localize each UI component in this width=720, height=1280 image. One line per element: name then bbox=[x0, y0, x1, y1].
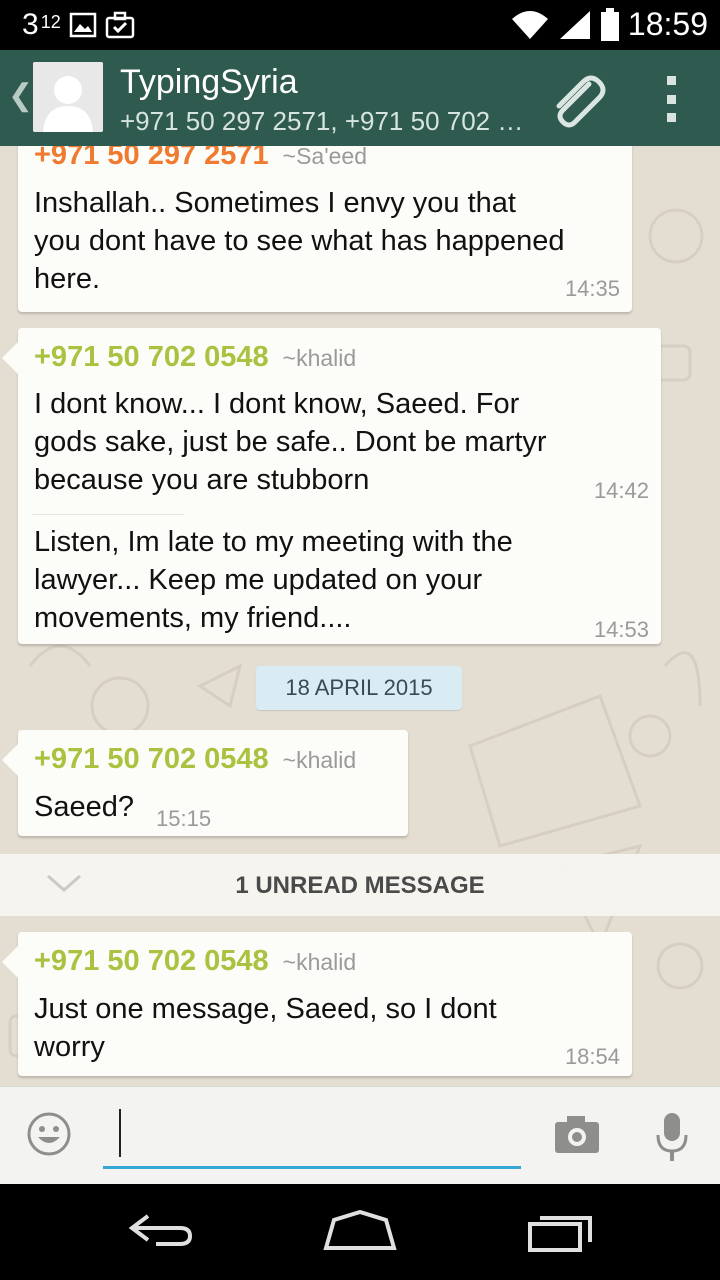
battery-icon bbox=[600, 7, 619, 41]
wifi-icon bbox=[511, 10, 548, 39]
message-text: Inshallah.. Sometimes I envy you that yo… bbox=[34, 184, 564, 298]
unread-banner: 1 UNREAD MESSAGE bbox=[0, 854, 720, 916]
message-text: I dont know... I dont know, Saeed. For g… bbox=[34, 385, 547, 499]
sender-number: +971 50 702 0548 bbox=[34, 743, 269, 775]
message-text: Saeed? bbox=[34, 788, 134, 826]
message-line: because you are stubborn bbox=[34, 464, 370, 496]
chat-area[interactable]: +971 50 297 2571 ~Sa'eed Inshallah.. Some… bbox=[0, 146, 720, 1086]
message-line: Listen, Im late to my meeting with the bbox=[34, 526, 513, 558]
emoji-icon[interactable] bbox=[26, 1111, 72, 1157]
message-sender: +971 50 297 2571 ~Sa'eed bbox=[34, 146, 367, 172]
avatar[interactable] bbox=[33, 62, 103, 132]
camera-icon[interactable] bbox=[553, 1113, 601, 1155]
overflow-menu-icon[interactable] bbox=[664, 76, 678, 122]
sender-alias: ~khalid bbox=[282, 747, 357, 773]
back-chevron-icon[interactable]: ❮ bbox=[8, 78, 33, 113]
paperclip-icon[interactable] bbox=[545, 70, 607, 130]
message-line: Inshallah.. Sometimes I envy you that bbox=[34, 187, 516, 219]
recents-icon[interactable] bbox=[526, 1210, 596, 1252]
chat-title[interactable]: TypingSyria bbox=[120, 63, 298, 102]
message-sender: +971 50 702 0548 ~khalid bbox=[34, 341, 356, 374]
status-bar: 3 12 18:59 bbox=[0, 0, 720, 50]
sender-number: +971 50 702 0548 bbox=[34, 341, 269, 373]
message-time: 14:42 bbox=[593, 478, 649, 503]
text-caret bbox=[119, 1109, 121, 1157]
message-time: 15:15 bbox=[156, 806, 212, 831]
clock: 18:59 bbox=[627, 6, 708, 42]
notification-count: 3 bbox=[22, 8, 39, 41]
message-input[interactable] bbox=[103, 1107, 521, 1169]
message-line: you dont have to see what has happened bbox=[34, 225, 565, 257]
chat-participants[interactable]: +971 50 297 2571, +971 50 702 0548 bbox=[120, 106, 525, 137]
message-bubble[interactable]: +971 50 702 0548 ~khalid Just one message… bbox=[2, 932, 632, 1076]
date-separator: 18 APRIL 2015 bbox=[256, 666, 462, 710]
back-icon[interactable] bbox=[126, 1210, 194, 1250]
message-bubble[interactable]: +971 50 702 0548 ~khalid I dont know... I… bbox=[2, 328, 661, 644]
message-line: movements, my friend.... bbox=[34, 602, 352, 634]
system-indicators: 18:59 bbox=[510, 6, 708, 43]
message-line: lawyer... Keep me updated on your bbox=[34, 564, 483, 596]
message-bubble[interactable]: +971 50 297 2571 ~Sa'eed Inshallah.. Some… bbox=[18, 146, 632, 312]
message-line: Just one message, Saeed, so I dont bbox=[34, 993, 497, 1025]
notification-extra: 12 bbox=[40, 11, 61, 32]
followup-message-text: Listen, Im late to my meeting with the l… bbox=[34, 523, 513, 637]
unread-count-text: 1 UNREAD MESSAGE bbox=[235, 872, 485, 899]
signal-icon bbox=[559, 10, 590, 39]
followup-message-time: 14:53 bbox=[593, 617, 649, 642]
gallery-icon bbox=[69, 12, 96, 38]
home-icon[interactable] bbox=[322, 1210, 398, 1252]
message-bubble[interactable]: +971 50 702 0548 ~khalid Saeed? 15:15 bbox=[2, 730, 408, 836]
message-sender: +971 50 702 0548 ~khalid bbox=[34, 945, 356, 978]
chat-header: ❮ TypingSyria +971 50 297 2571, +971 50 … bbox=[0, 50, 720, 146]
message-text: Just one message, Saeed, so I dont worry bbox=[34, 990, 497, 1066]
message-divider bbox=[32, 514, 184, 515]
message-line: gods sake, just be safe.. Dont be martyr bbox=[34, 426, 547, 458]
sender-number: +971 50 702 0548 bbox=[34, 945, 269, 977]
message-time: 18:54 bbox=[564, 1044, 620, 1069]
composer bbox=[0, 1086, 720, 1184]
briefcase-check-icon bbox=[105, 11, 134, 39]
message-line: here. bbox=[34, 263, 101, 295]
navigation-bar bbox=[0, 1184, 720, 1280]
avatar-placeholder-icon bbox=[33, 62, 103, 132]
message-line: I dont know... I dont know, Saeed. For bbox=[34, 388, 520, 420]
microphone-icon[interactable] bbox=[655, 1111, 689, 1163]
message-line: worry bbox=[34, 1031, 105, 1063]
sender-alias: ~khalid bbox=[282, 345, 357, 371]
sender-alias: ~Sa'eed bbox=[282, 146, 367, 169]
message-line: Saeed? bbox=[34, 791, 134, 823]
message-sender: +971 50 702 0548 ~khalid bbox=[34, 743, 356, 776]
sender-alias: ~khalid bbox=[282, 949, 357, 975]
message-time: 14:35 bbox=[564, 276, 620, 301]
sender-number: +971 50 297 2571 bbox=[34, 146, 269, 171]
notification-area: 3 12 bbox=[22, 8, 135, 42]
